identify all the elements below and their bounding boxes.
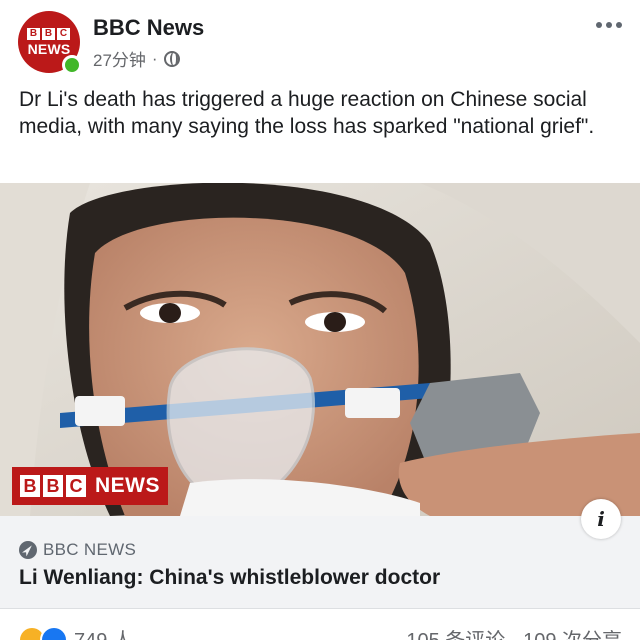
like-reaction-icon: [40, 626, 68, 640]
more-dots-icon[interactable]: [596, 22, 622, 28]
comments-shares-count[interactable]: 105 条评论 · 109 次分享: [406, 624, 622, 640]
logo-letter: B: [27, 28, 40, 40]
logo-word: NEWS: [27, 41, 71, 57]
watermark-letter: B: [20, 475, 40, 497]
post-timestamp[interactable]: 27分钟: [93, 46, 146, 71]
meta-separator: ·: [151, 48, 158, 68]
link-source-label: BBC NEWS: [43, 540, 137, 559]
post-header: B B C NEWS BBC News 27分钟 ·: [0, 0, 640, 84]
bbc-logo-blocks: B B C: [27, 28, 70, 40]
reaction-bar: 749 人 105 条评论 · 109 次分享: [0, 610, 640, 640]
reaction-count[interactable]: 749 人: [74, 624, 133, 640]
bbc-news-watermark: B B C NEWS: [12, 467, 168, 505]
globe-icon: [163, 50, 180, 67]
page-name[interactable]: BBC News: [93, 15, 204, 41]
logo-letter: C: [57, 28, 70, 40]
watermark-letter: C: [66, 475, 86, 497]
compass-icon: [19, 541, 37, 559]
link-source: BBC NEWS: [19, 540, 136, 560]
link-preview-card[interactable]: BBC NEWS: [0, 516, 640, 609]
post-text: Dr Li's death has triggered a huge react…: [19, 88, 595, 138]
online-status-dot: [62, 55, 82, 75]
logo-letter: B: [42, 28, 55, 40]
watermark-word: NEWS: [95, 474, 160, 497]
info-icon[interactable]: i: [581, 499, 621, 539]
link-title[interactable]: Li Wenliang: China's whistleblower docto…: [19, 566, 440, 590]
post-meta: 27分钟 ·: [93, 46, 180, 71]
reaction-icons[interactable]: [18, 626, 68, 640]
watermark-letter: B: [43, 475, 63, 497]
